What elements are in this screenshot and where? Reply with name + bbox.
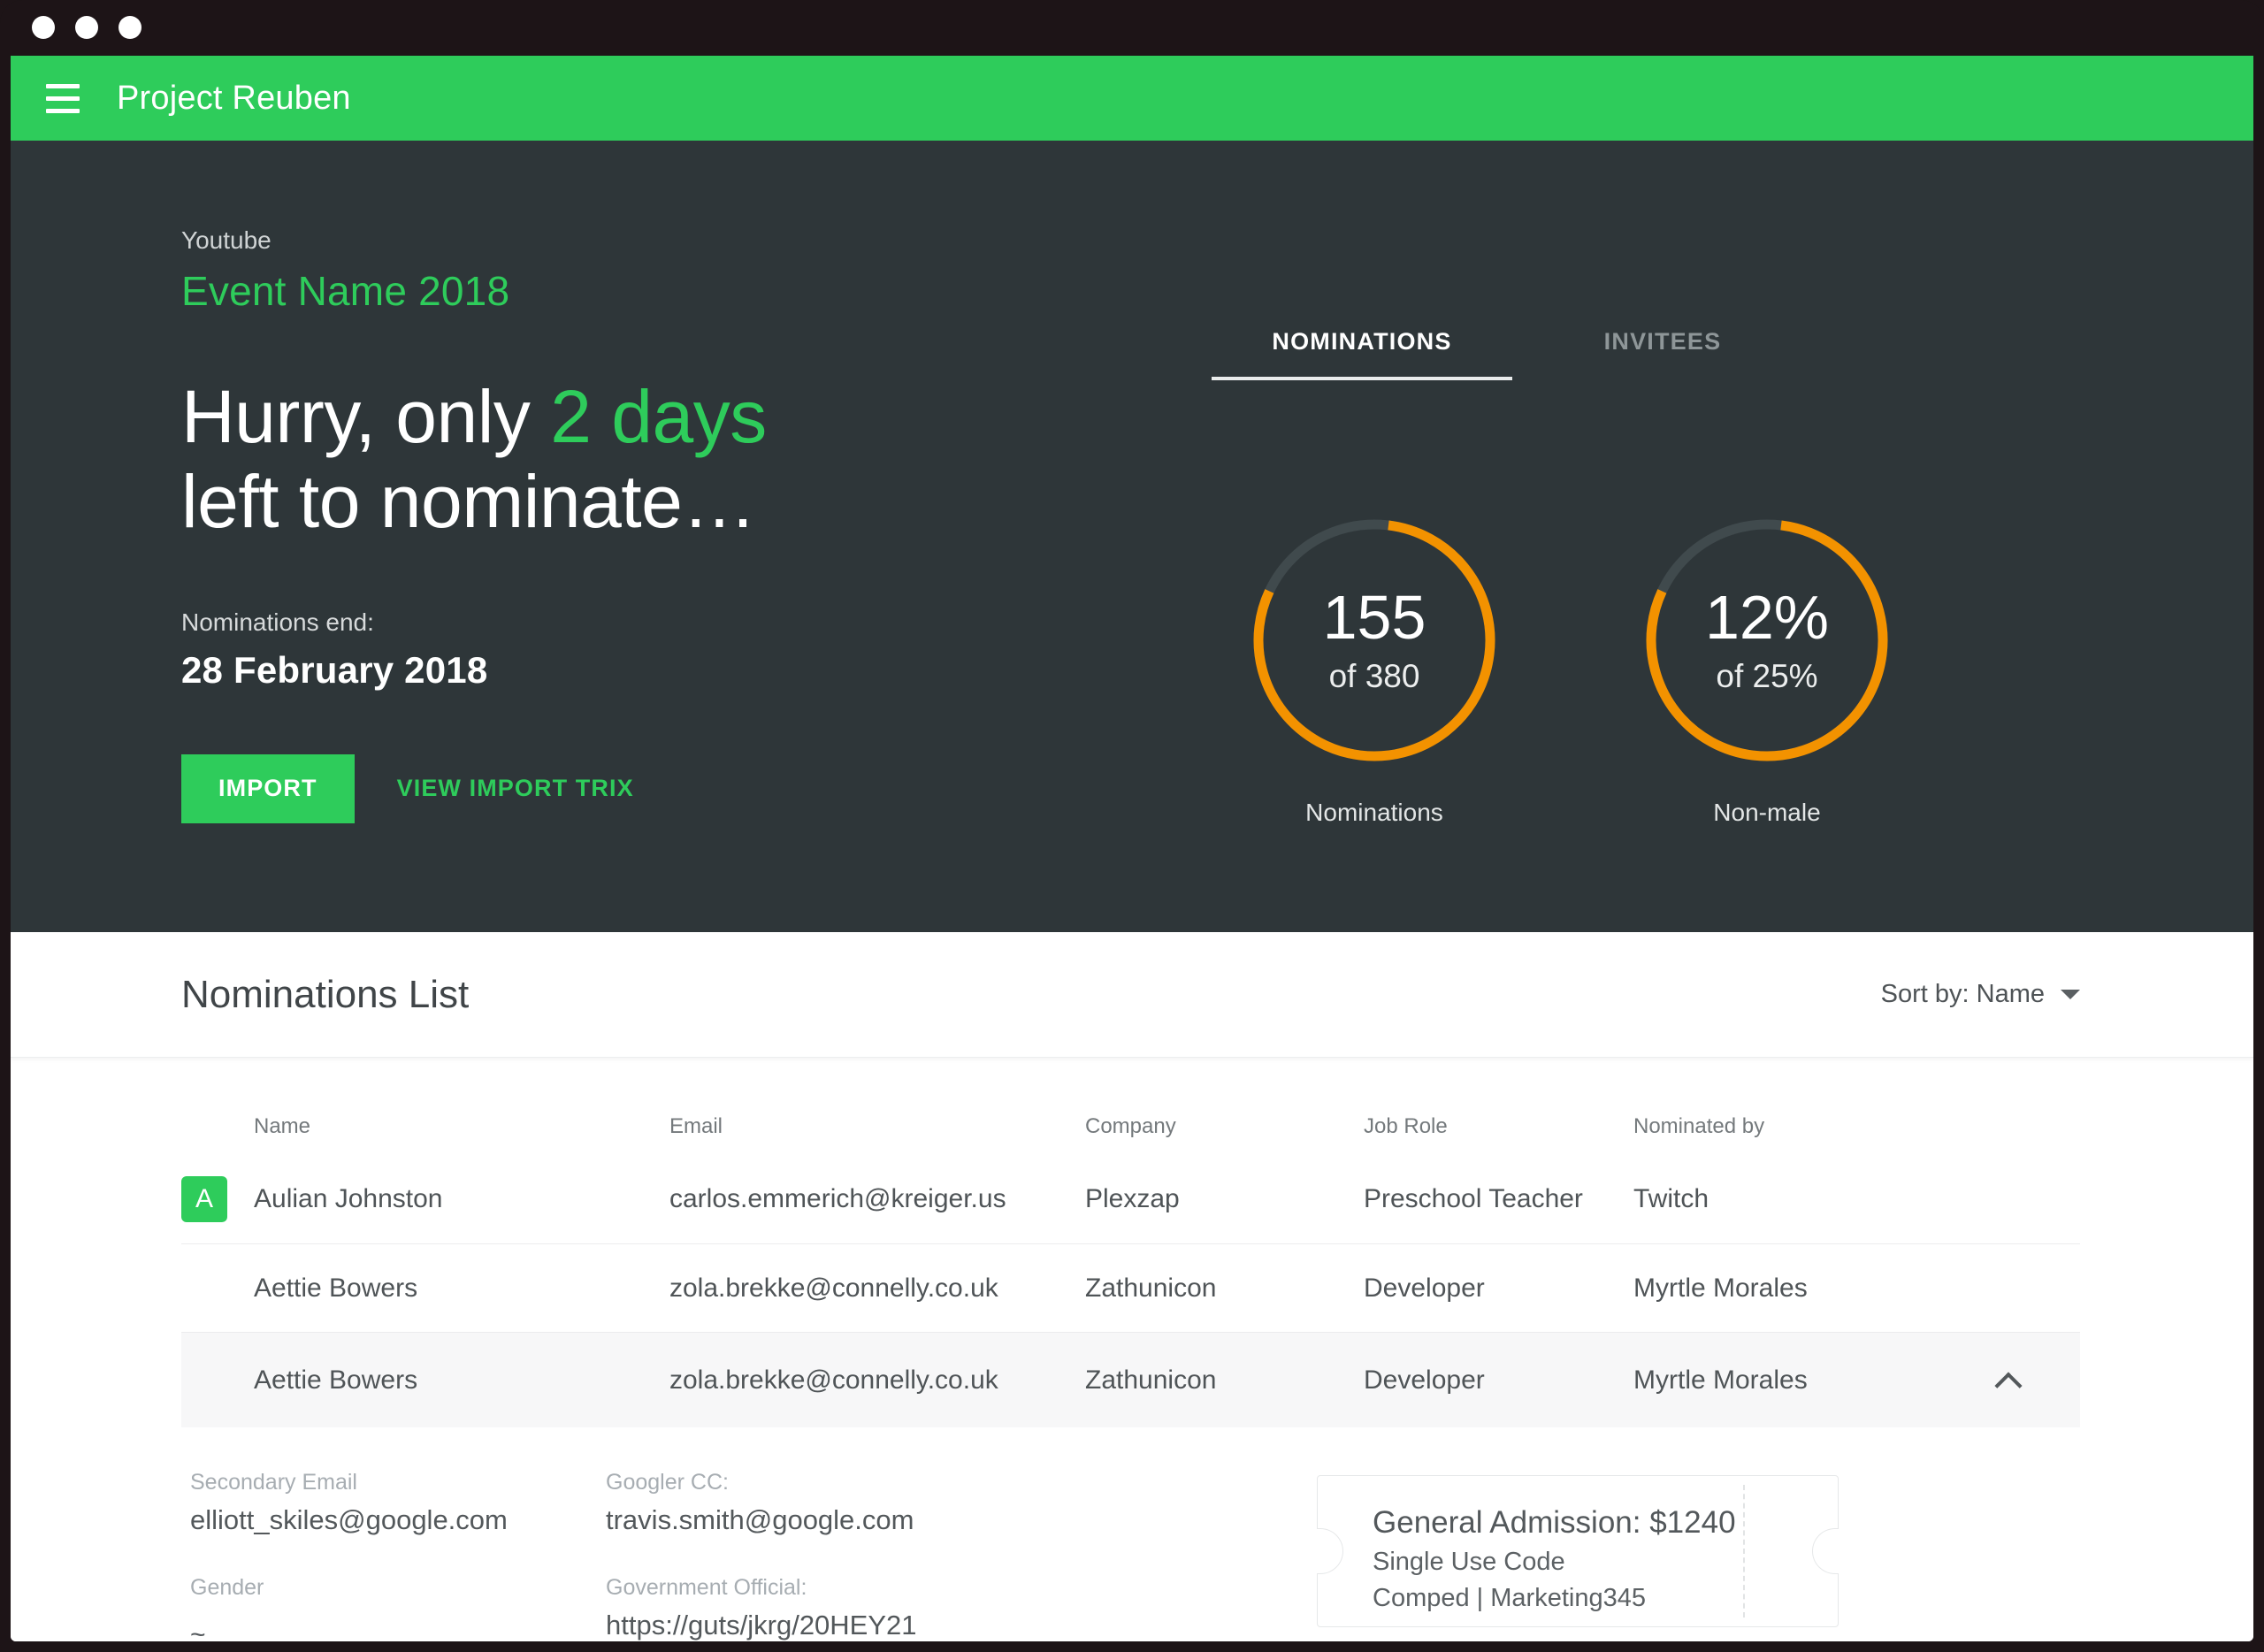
app-title: Project Reuben	[117, 79, 351, 117]
avatar: A	[181, 1176, 227, 1222]
cell-company: Plexzap	[1085, 1184, 1180, 1213]
hero-headline-prefix: Hurry, only	[181, 375, 551, 458]
hero-tabs: NOMINATIONS INVITEES	[1212, 328, 1813, 380]
donut-nonmale-label: Non-male	[1713, 799, 1821, 826]
cell-nominated-by: Myrtle Morales	[1633, 1365, 1808, 1395]
hero-right-column: NOMINATIONS INVITEES 155 of 380 Nominati…	[1187, 141, 2253, 932]
window-close-dot[interactable]	[32, 16, 55, 39]
cell-nominated-by: Myrtle Morales	[1633, 1273, 1808, 1303]
hero-event-name: Event Name 2018	[181, 268, 510, 314]
column-header-name: Name	[254, 1114, 311, 1138]
hamburger-menu-icon[interactable]	[41, 76, 85, 120]
donut-nonmale-value: 12%	[1704, 582, 1830, 652]
cell-email: zola.brekke@connelly.co.uk	[669, 1273, 998, 1303]
view-import-trix-link[interactable]: VIEW IMPORT TRIX	[397, 775, 634, 802]
field-value[interactable]: https://guts/jkrg/20HEY21	[606, 1610, 1296, 1641]
tab-invitees[interactable]: INVITEES	[1512, 328, 1813, 380]
ticket-title: General Admission: $1240	[1373, 1505, 1736, 1540]
field-label: Gender	[190, 1575, 264, 1600]
column-header-email: Email	[669, 1114, 723, 1138]
page-title: Nominations List	[181, 972, 470, 1016]
field-googler-cc: Googler CC: travis.smith@google.com	[606, 1470, 1296, 1536]
browser-window: Project Reuben Youtube Event Name 2018 H…	[0, 0, 2264, 1652]
field-label: Government Official:	[606, 1575, 807, 1600]
cell-job-role: Developer	[1364, 1273, 1485, 1303]
detail-column-middle: Googler CC: travis.smith@google.com Gove…	[597, 1470, 1296, 1641]
donut-nominations: 155 of 380 Nominations	[1206, 512, 1542, 827]
window-minimize-dot[interactable]	[75, 16, 98, 39]
field-label: Secondary Email	[190, 1470, 357, 1495]
column-header-job-role: Job Role	[1364, 1114, 1448, 1138]
app-viewport: Project Reuben Youtube Event Name 2018 H…	[11, 56, 2253, 1641]
sort-by-label: Sort by: Name	[1880, 980, 2045, 1008]
donut-nonmale-center: 12% of 25%	[1639, 512, 1895, 769]
column-header-nominated-by: Nominated by	[1633, 1114, 1765, 1138]
donut-nominations-value: 155	[1322, 582, 1426, 652]
nominations-end-label: Nominations end:	[181, 608, 374, 636]
detail-column-left: Secondary Email elliott_skiles@google.co…	[181, 1470, 597, 1641]
cell-job-role: Preschool Teacher	[1364, 1184, 1583, 1213]
donut-charts: 155 of 380 Nominations 12% of 25% Non-ma…	[1187, 512, 1935, 827]
field-secondary-email: Secondary Email elliott_skiles@google.co…	[190, 1470, 597, 1536]
table-column-headers: Name Email Company Job Role Nominated by	[181, 1058, 2080, 1155]
column-header-company: Company	[1085, 1114, 1176, 1138]
donut-nonmale-total: of 25%	[1716, 657, 1818, 694]
cell-email: carlos.emmerich@kreiger.us	[669, 1184, 1006, 1213]
cell-expand-slot	[1925, 1369, 2080, 1392]
nominations-list-header: Nominations List Sort by: Name	[11, 932, 2253, 1058]
ticket-line-2: Comped | Marketing345	[1373, 1584, 1646, 1612]
row-detail-panel: Secondary Email elliott_skiles@google.co…	[181, 1427, 2080, 1641]
table-row[interactable]: A Aulian Johnston carlos.emmerich@kreige…	[181, 1155, 2080, 1243]
cell-name: Aettie Bowers	[254, 1273, 418, 1303]
chevron-down-icon	[2061, 990, 2080, 999]
ticket-line-1: Single Use Code	[1373, 1548, 1565, 1576]
window-titlebar	[0, 0, 2264, 56]
window-traffic-lights	[32, 16, 142, 39]
donut-nominations-total: of 380	[1328, 657, 1420, 694]
cell-company: Zathunicon	[1085, 1365, 1217, 1395]
hero-actions: IMPORT VIEW IMPORT TRIX	[181, 753, 1187, 823]
cell-company: Zathunicon	[1085, 1273, 1217, 1303]
ticket-card: General Admission: $1240 Single Use Code…	[1317, 1475, 1839, 1627]
table-row-expanded[interactable]: Aettie Bowers zola.brekke@connelly.co.uk…	[181, 1332, 2080, 1427]
nominations-table: Name Email Company Job Role Nominated by…	[11, 1058, 2253, 1641]
field-value: travis.smith@google.com	[606, 1504, 914, 1535]
sort-by-dropdown[interactable]: Sort by: Name	[1881, 980, 2080, 1009]
cell-name: Aettie Bowers	[254, 1365, 418, 1395]
hero-kicker: Youtube	[181, 226, 272, 254]
hero-left-column: Youtube Event Name 2018 Hurry, only 2 da…	[11, 141, 1187, 932]
nominations-end-date: 28 February 2018	[181, 648, 488, 691]
app-bar: Project Reuben	[11, 56, 2253, 141]
ticket-notch-left	[1317, 1528, 1343, 1574]
table-row[interactable]: Aettie Bowers zola.brekke@connelly.co.uk…	[181, 1243, 2080, 1332]
field-government-official: Government Official: https://guts/jkrg/2…	[606, 1575, 1296, 1641]
import-button[interactable]: IMPORT	[181, 753, 355, 823]
hero-headline-accent: 2 days	[550, 375, 767, 458]
cell-name: Aulian Johnston	[254, 1184, 443, 1213]
field-gender: Gender ~	[190, 1575, 597, 1641]
donut-nominations-center: 155 of 380	[1246, 512, 1503, 769]
hero-headline-suffix: left to nominate…	[181, 459, 756, 543]
hero-headline: Hurry, only 2 days left to nominate…	[181, 375, 1187, 545]
cell-nominated-by: Twitch	[1633, 1184, 1709, 1213]
donut-nonmale: 12% of 25% Non-male	[1599, 512, 1935, 827]
hero-section: Youtube Event Name 2018 Hurry, only 2 da…	[11, 141, 2253, 932]
cell-email: zola.brekke@connelly.co.uk	[669, 1365, 998, 1395]
chevron-up-icon[interactable]	[1997, 1369, 2020, 1392]
donut-nominations-ring: 155 of 380	[1246, 512, 1503, 769]
ticket-perforation	[1743, 1485, 1745, 1618]
donut-nonmale-ring: 12% of 25%	[1639, 512, 1895, 769]
detail-column-right: General Admission: $1240 Single Use Code…	[1296, 1470, 2080, 1641]
field-value: elliott_skiles@google.com	[190, 1504, 508, 1535]
donut-nominations-label: Nominations	[1305, 799, 1443, 826]
field-value: ~	[190, 1620, 206, 1641]
tab-nominations[interactable]: NOMINATIONS	[1212, 328, 1512, 380]
field-label: Googler CC:	[606, 1470, 729, 1495]
cell-job-role: Developer	[1364, 1365, 1485, 1395]
window-maximize-dot[interactable]	[119, 16, 142, 39]
